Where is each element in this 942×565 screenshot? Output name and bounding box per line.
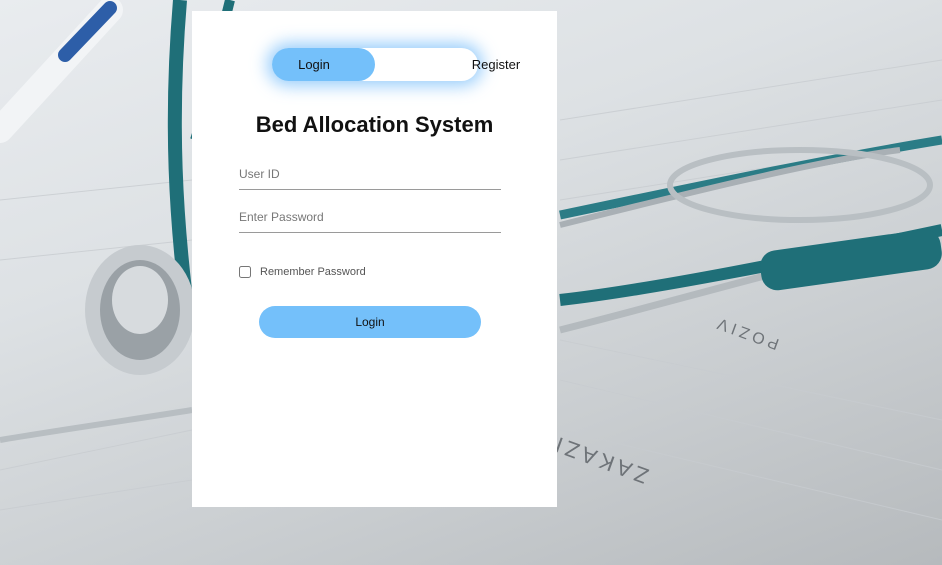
auth-tab-switch: Login Register bbox=[272, 48, 520, 81]
remember-password-label: Remember Password bbox=[260, 266, 366, 278]
page-title: Bed Allocation System bbox=[255, 112, 494, 137]
login-button[interactable]: Login bbox=[259, 306, 481, 338]
login-card: Login Register Bed Allocation System Rem… bbox=[192, 11, 557, 507]
remember-password-row: Remember Password bbox=[239, 265, 366, 279]
remember-password-checkbox[interactable] bbox=[239, 266, 251, 278]
svg-text:POZIV: POZIV bbox=[712, 313, 782, 352]
tab-register[interactable]: Register bbox=[450, 48, 542, 81]
password-input[interactable] bbox=[239, 202, 501, 233]
user-id-input[interactable] bbox=[239, 159, 501, 190]
tab-login[interactable]: Login bbox=[272, 48, 356, 81]
